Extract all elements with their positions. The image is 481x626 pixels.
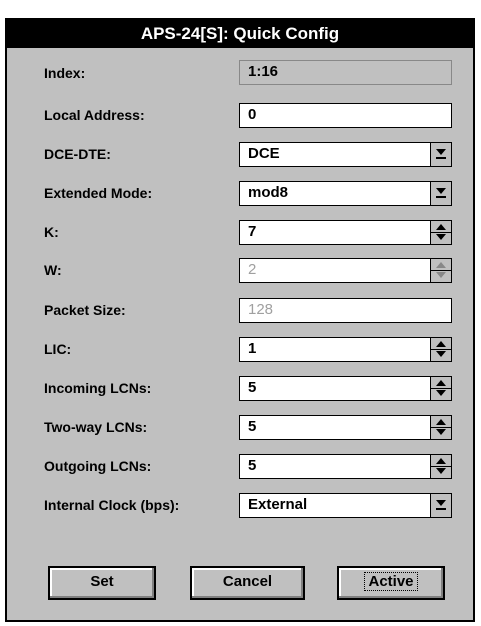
w-value: 2 bbox=[248, 261, 257, 278]
local-address-input[interactable]: 0 bbox=[239, 103, 452, 128]
spin-divider bbox=[431, 466, 451, 467]
internal-clock-label: Internal Clock (bps): bbox=[44, 497, 180, 513]
w-spin-buttons bbox=[430, 259, 451, 282]
extended-mode-dropdown-button[interactable] bbox=[430, 182, 451, 205]
spin-up-icon bbox=[436, 262, 446, 268]
set-button-label: Set bbox=[90, 573, 114, 590]
spin-divider bbox=[431, 388, 451, 389]
two-way-lcns-spinner[interactable]: 5 bbox=[239, 415, 452, 440]
chevron-down-icon bbox=[436, 188, 446, 194]
spin-down-icon[interactable] bbox=[436, 351, 446, 357]
spin-down-icon[interactable] bbox=[436, 234, 446, 240]
spin-down-icon bbox=[436, 272, 446, 278]
active-button[interactable]: Active bbox=[337, 566, 445, 600]
two-way-lcns-value: 5 bbox=[248, 418, 257, 435]
packet-size-input: 128 bbox=[239, 298, 452, 323]
dce-dte-dropdown-button[interactable] bbox=[430, 143, 451, 166]
spin-up-icon[interactable] bbox=[436, 419, 446, 425]
set-button[interactable]: Set bbox=[48, 566, 156, 600]
spin-up-icon[interactable] bbox=[436, 458, 446, 464]
outgoing-lcns-spinner[interactable]: 5 bbox=[239, 454, 452, 479]
dropdown-bar-icon bbox=[436, 157, 446, 159]
spin-divider bbox=[431, 427, 451, 428]
spin-up-icon[interactable] bbox=[436, 380, 446, 386]
window-title: APS-24[S]: Quick Config bbox=[7, 20, 473, 48]
spin-down-icon[interactable] bbox=[436, 390, 446, 396]
spin-divider bbox=[431, 349, 451, 350]
dce-dte-value: DCE bbox=[248, 145, 280, 162]
outgoing-lcns-spin-buttons[interactable] bbox=[430, 455, 451, 478]
internal-clock-value: External bbox=[248, 496, 308, 513]
w-spinner: 2 bbox=[239, 258, 452, 283]
spin-divider bbox=[431, 232, 451, 233]
dce-dte-label: DCE-DTE: bbox=[44, 146, 111, 162]
two-way-lcns-spin-buttons[interactable] bbox=[430, 416, 451, 439]
outgoing-lcns-value: 5 bbox=[248, 457, 257, 474]
dce-dte-select[interactable]: DCE bbox=[239, 142, 452, 167]
spin-down-icon[interactable] bbox=[436, 468, 446, 474]
outgoing-lcns-label: Outgoing LCNs: bbox=[44, 458, 152, 474]
k-spinner[interactable]: 7 bbox=[239, 220, 452, 245]
lic-value: 1 bbox=[248, 340, 257, 357]
two-way-lcns-label: Two-way LCNs: bbox=[44, 419, 148, 435]
packet-size-label: Packet Size: bbox=[44, 302, 126, 318]
local-address-label: Local Address: bbox=[44, 107, 145, 123]
incoming-lcns-spin-buttons[interactable] bbox=[430, 377, 451, 400]
extended-mode-label: Extended Mode: bbox=[44, 185, 153, 201]
chevron-down-icon bbox=[436, 149, 446, 155]
k-value: 7 bbox=[248, 223, 257, 240]
spin-down-icon[interactable] bbox=[436, 429, 446, 435]
incoming-lcns-label: Incoming LCNs: bbox=[44, 380, 152, 396]
extended-mode-value: mod8 bbox=[248, 184, 289, 201]
incoming-lcns-spinner[interactable]: 5 bbox=[239, 376, 452, 401]
spin-up-icon[interactable] bbox=[436, 224, 446, 230]
spin-divider bbox=[431, 270, 451, 271]
k-spin-buttons[interactable] bbox=[430, 221, 451, 244]
active-button-label: Active bbox=[364, 572, 418, 591]
quick-config-dialog: APS-24[S]: Quick Config Index: 1:16 Loca… bbox=[5, 18, 475, 622]
internal-clock-select[interactable]: External bbox=[239, 493, 452, 518]
dropdown-bar-icon bbox=[436, 196, 446, 198]
dropdown-bar-icon bbox=[436, 508, 446, 510]
lic-spinner[interactable]: 1 bbox=[239, 337, 452, 362]
chevron-down-icon bbox=[436, 500, 446, 506]
cancel-button-label: Cancel bbox=[222, 573, 273, 590]
spin-up-icon[interactable] bbox=[436, 341, 446, 347]
cancel-button[interactable]: Cancel bbox=[190, 566, 305, 600]
index-label: Index: bbox=[44, 65, 86, 81]
lic-label: LIC: bbox=[44, 341, 72, 357]
incoming-lcns-value: 5 bbox=[248, 379, 257, 396]
internal-clock-dropdown-button[interactable] bbox=[430, 494, 451, 517]
index-field: 1:16 bbox=[239, 60, 452, 85]
w-label: W: bbox=[44, 262, 62, 278]
extended-mode-select[interactable]: mod8 bbox=[239, 181, 452, 206]
k-label: K: bbox=[44, 224, 59, 240]
lic-spin-buttons[interactable] bbox=[430, 338, 451, 361]
